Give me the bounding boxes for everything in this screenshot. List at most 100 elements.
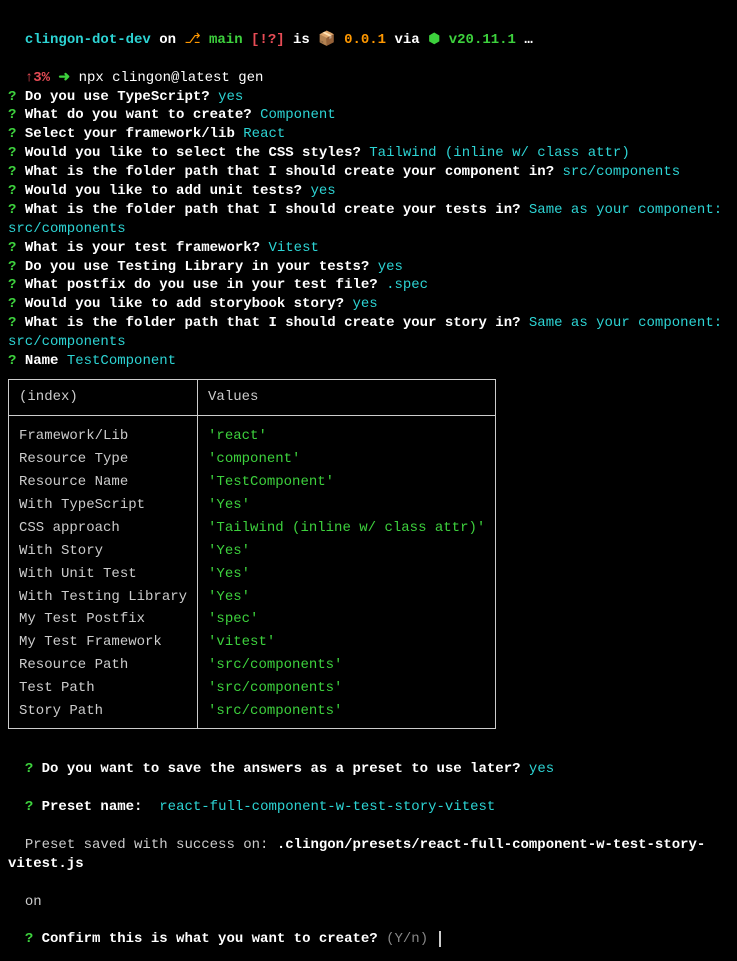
table-value: 'spec' [198,608,496,631]
table-key: Resource Type [9,448,198,471]
table-row: With Unit Test'Yes' [9,563,496,586]
table-key: CSS approach [9,517,198,540]
answer-text: React [243,126,285,142]
prompt-arrow: ➜ [50,70,79,86]
table-key: My Test Postfix [9,608,198,631]
table-value: 'vitest' [198,631,496,654]
question-mark: ? [8,145,16,161]
question-text: What is the folder path that I should cr… [25,164,554,180]
answer-text: yes [218,89,243,105]
pkg-version: 0.0.1 [344,32,386,48]
project-name: clingon-dot-dev [25,32,151,48]
saved-suffix: on [25,894,42,910]
prompt-line: ? Would you like to add unit tests? yes [8,182,729,201]
question-mark: ? [8,183,16,199]
prompt-line: ? Would you like to select the CSS style… [8,144,729,163]
question-mark: ? [8,202,16,218]
table-header-index: (index) [9,379,198,415]
command-line[interactable]: ↑3% ➜ npx clingon@latest gen [8,50,729,88]
answer-text: Vitest [268,240,318,256]
battery-indicator: ↑3% [25,70,50,86]
question-mark: ? [25,931,33,947]
prompt-line: ? What is the folder path that I should … [8,163,729,182]
save-preset-prompt: ? Do you want to save the answers as a p… [8,741,729,779]
question-text: What is the folder path that I should cr… [25,315,521,331]
interactive-prompts: ? Do you use TypeScript? yes? What do yo… [8,88,729,371]
table-value: 'TestComponent' [198,471,496,494]
confirm-prompt[interactable]: ? Confirm this is what you want to creat… [8,911,729,949]
table-row: Resource Name'TestComponent' [9,471,496,494]
table-header-values: Values [198,379,496,415]
table-key: Story Path [9,700,198,723]
table-value: 'src/components' [198,677,496,700]
preset-saved-message: Preset saved with success on: .clingon/p… [8,817,729,874]
node-icon: ⬢ [428,32,449,48]
question-text: What do you want to create? [25,107,252,123]
prompt-line: ? Select your framework/lib React [8,125,729,144]
node-version: v20.11.1 [449,32,516,48]
answer-text: react-full-component-w-test-story-vitest [151,799,495,815]
prompt-line: ? What do you want to create? Component [8,106,729,125]
question-text: Select your framework/lib [25,126,235,142]
cursor-icon [439,931,441,947]
package-icon: 📦 [318,32,335,48]
shell-prompt-header: clingon-dot-dev on ⎇ main [!?] is 📦 0.0.… [8,12,729,50]
git-status: [!?] [251,32,285,48]
table-row: Resource Type'component' [9,448,496,471]
question-mark: ? [8,296,16,312]
table-key: With Unit Test [9,563,198,586]
prompt-line: ? Would you like to add storybook story?… [8,295,729,314]
table-row: Story Path'src/components' [9,700,496,723]
table-key: Resource Name [9,471,198,494]
table-key: With TypeScript [9,494,198,517]
prompt-line: ? What postfix do you use in your test f… [8,276,729,295]
command-text: npx clingon@latest gen [79,70,264,86]
question-text: Would you like to select the CSS styles? [25,145,361,161]
via-word: via [386,32,428,48]
table-value: 'Yes' [198,586,496,609]
table-row: Framework/Lib'react' [9,425,496,448]
table-header-row: (index) Values [9,379,496,415]
table-value: 'Yes' [198,563,496,586]
table-key: With Testing Library [9,586,198,609]
answer-text: TestComponent [67,353,176,369]
table-key: Framework/Lib [9,425,198,448]
table-value: 'component' [198,448,496,471]
table-key: Resource Path [9,654,198,677]
prompt-line: ? Do you use Testing Library in your tes… [8,258,729,277]
is-word: is [285,32,319,48]
question-text: Name [25,353,59,369]
prompt-line: ? Do you use TypeScript? yes [8,88,729,107]
table-row: Test Path'src/components' [9,677,496,700]
table-row: My Test Postfix'spec' [9,608,496,631]
answer-text: yes [310,183,335,199]
question-mark: ? [8,277,16,293]
preset-saved-message-2: on [8,874,729,912]
answer-text: .spec [386,277,428,293]
question-mark: ? [25,799,33,815]
table-row: With Story'Yes' [9,540,496,563]
table-key: My Test Framework [9,631,198,654]
confirm-hint: (Y/n) [378,931,437,947]
answer-text: yes [378,259,403,275]
table-row: My Test Framework'vitest' [9,631,496,654]
summary-table: (index) Values Framework/Lib'react'Resou… [8,379,496,729]
question-mark: ? [8,240,16,256]
question-mark: ? [8,89,16,105]
table-value: 'Yes' [198,540,496,563]
prompt-line: ? What is the folder path that I should … [8,314,729,352]
question-mark: ? [8,164,16,180]
question-text: Preset name: [42,799,143,815]
preset-name-prompt: ? Preset name: react-full-component-w-te… [8,779,729,817]
prompt-line: ? What is your test framework? Vitest [8,239,729,258]
table-value: 'src/components' [198,654,496,677]
question-mark: ? [8,315,16,331]
question-text: Do you use TypeScript? [25,89,210,105]
question-text: Do you use Testing Library in your tests… [25,259,369,275]
prompt-line: ? What is the folder path that I should … [8,201,729,239]
table-value: 'react' [198,425,496,448]
question-text: What postfix do you use in your test fil… [25,277,378,293]
table-row: Resource Path'src/components' [9,654,496,677]
git-branch: main [209,32,243,48]
prompt-line: ? Name TestComponent [8,352,729,371]
